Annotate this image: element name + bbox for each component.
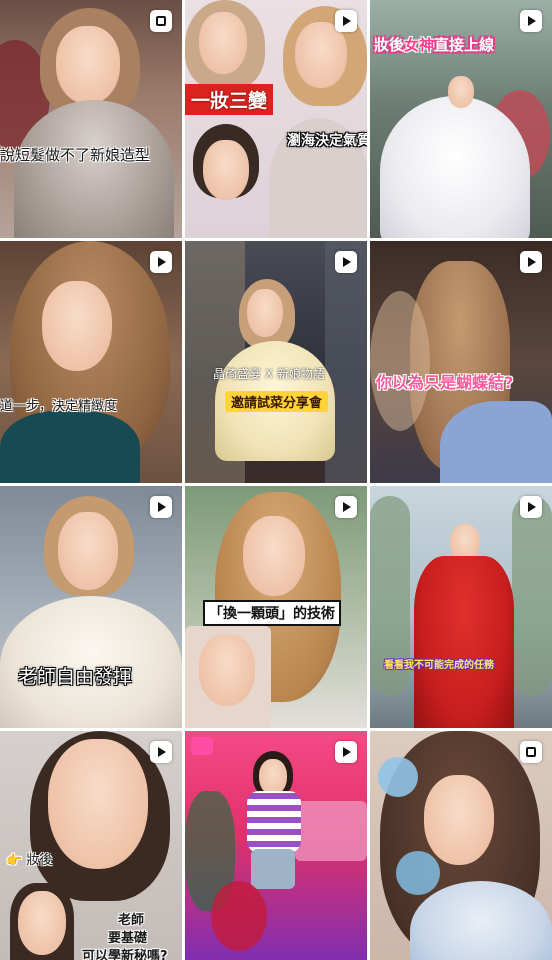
carousel-icon (150, 10, 172, 32)
tile-caption: 妝後女神直接上線 (374, 36, 495, 54)
tile-caption: 老師自由發揮 (18, 666, 133, 688)
play-reel-icon (150, 251, 172, 273)
tile-caption-title: 邀請試菜分享會 (225, 391, 329, 412)
carousel-icon (520, 741, 542, 763)
play-reel-icon (150, 496, 172, 518)
tile-caption: 要基礎 (108, 931, 148, 946)
play-reel-icon (150, 741, 172, 763)
tile-caption-label: 👉 妝後 (6, 853, 53, 868)
play-reel-icon (335, 10, 357, 32)
feed-tile-5[interactable]: 晶碕盛宴 X 新娘物語 邀請試菜分享會 (185, 241, 367, 483)
tile-caption: 老師 (118, 913, 145, 928)
cow-logo-icon (191, 737, 213, 755)
tile-caption: 瀏海決定氣質 (287, 133, 367, 149)
feed-tile-7[interactable]: 老師自由發揮 (0, 486, 182, 728)
play-reel-icon (335, 251, 357, 273)
feed-tile-4[interactable]: 道一步，決定精緻度 (0, 241, 182, 483)
tile-caption-sub: 晶碕盛宴 X 新娘物語 (213, 367, 325, 381)
feed-tile-10[interactable]: 👉 妝後 老師 要基礎 可以學新秘嗎? (0, 731, 182, 960)
feed-tile-12[interactable] (370, 731, 552, 960)
feed-tile-6[interactable]: 你以為只是蝴蝶結? (370, 241, 552, 483)
explore-grid: 說短髮做不了新娘造型 一妝三變 瀏海決定氣質 妝後女神直接上線 道一步，決定精緻… (0, 0, 552, 960)
tile-caption: 可以學新秘嗎? (82, 949, 168, 960)
tile-caption: 你以為只是蝴蝶結? (376, 373, 514, 392)
hand-point-icon: 👉 (6, 853, 23, 868)
feed-tile-11[interactable] (185, 731, 367, 960)
play-reel-icon (520, 496, 542, 518)
tile-caption: 道一步，決定精緻度 (0, 399, 118, 414)
tile-caption: 「換一顆頭」的技術 (203, 600, 341, 626)
tile-caption: 看看我不可能完成的任務 (384, 660, 494, 671)
feed-tile-8[interactable]: 「換一顆頭」的技術 (185, 486, 367, 728)
play-reel-icon (335, 496, 357, 518)
play-reel-icon (520, 251, 542, 273)
tile-caption: 說短髮做不了新娘造型 (0, 146, 151, 164)
feed-tile-3[interactable]: 妝後女神直接上線 (370, 0, 552, 238)
play-reel-icon (520, 10, 542, 32)
play-reel-icon (335, 741, 357, 763)
tile-caption-title: 一妝三變 (185, 84, 274, 115)
feed-tile-1[interactable]: 說短髮做不了新娘造型 (0, 0, 182, 238)
feed-tile-2[interactable]: 一妝三變 瀏海決定氣質 (185, 0, 367, 238)
feed-tile-9[interactable]: 看看我不可能完成的任務 (370, 486, 552, 728)
